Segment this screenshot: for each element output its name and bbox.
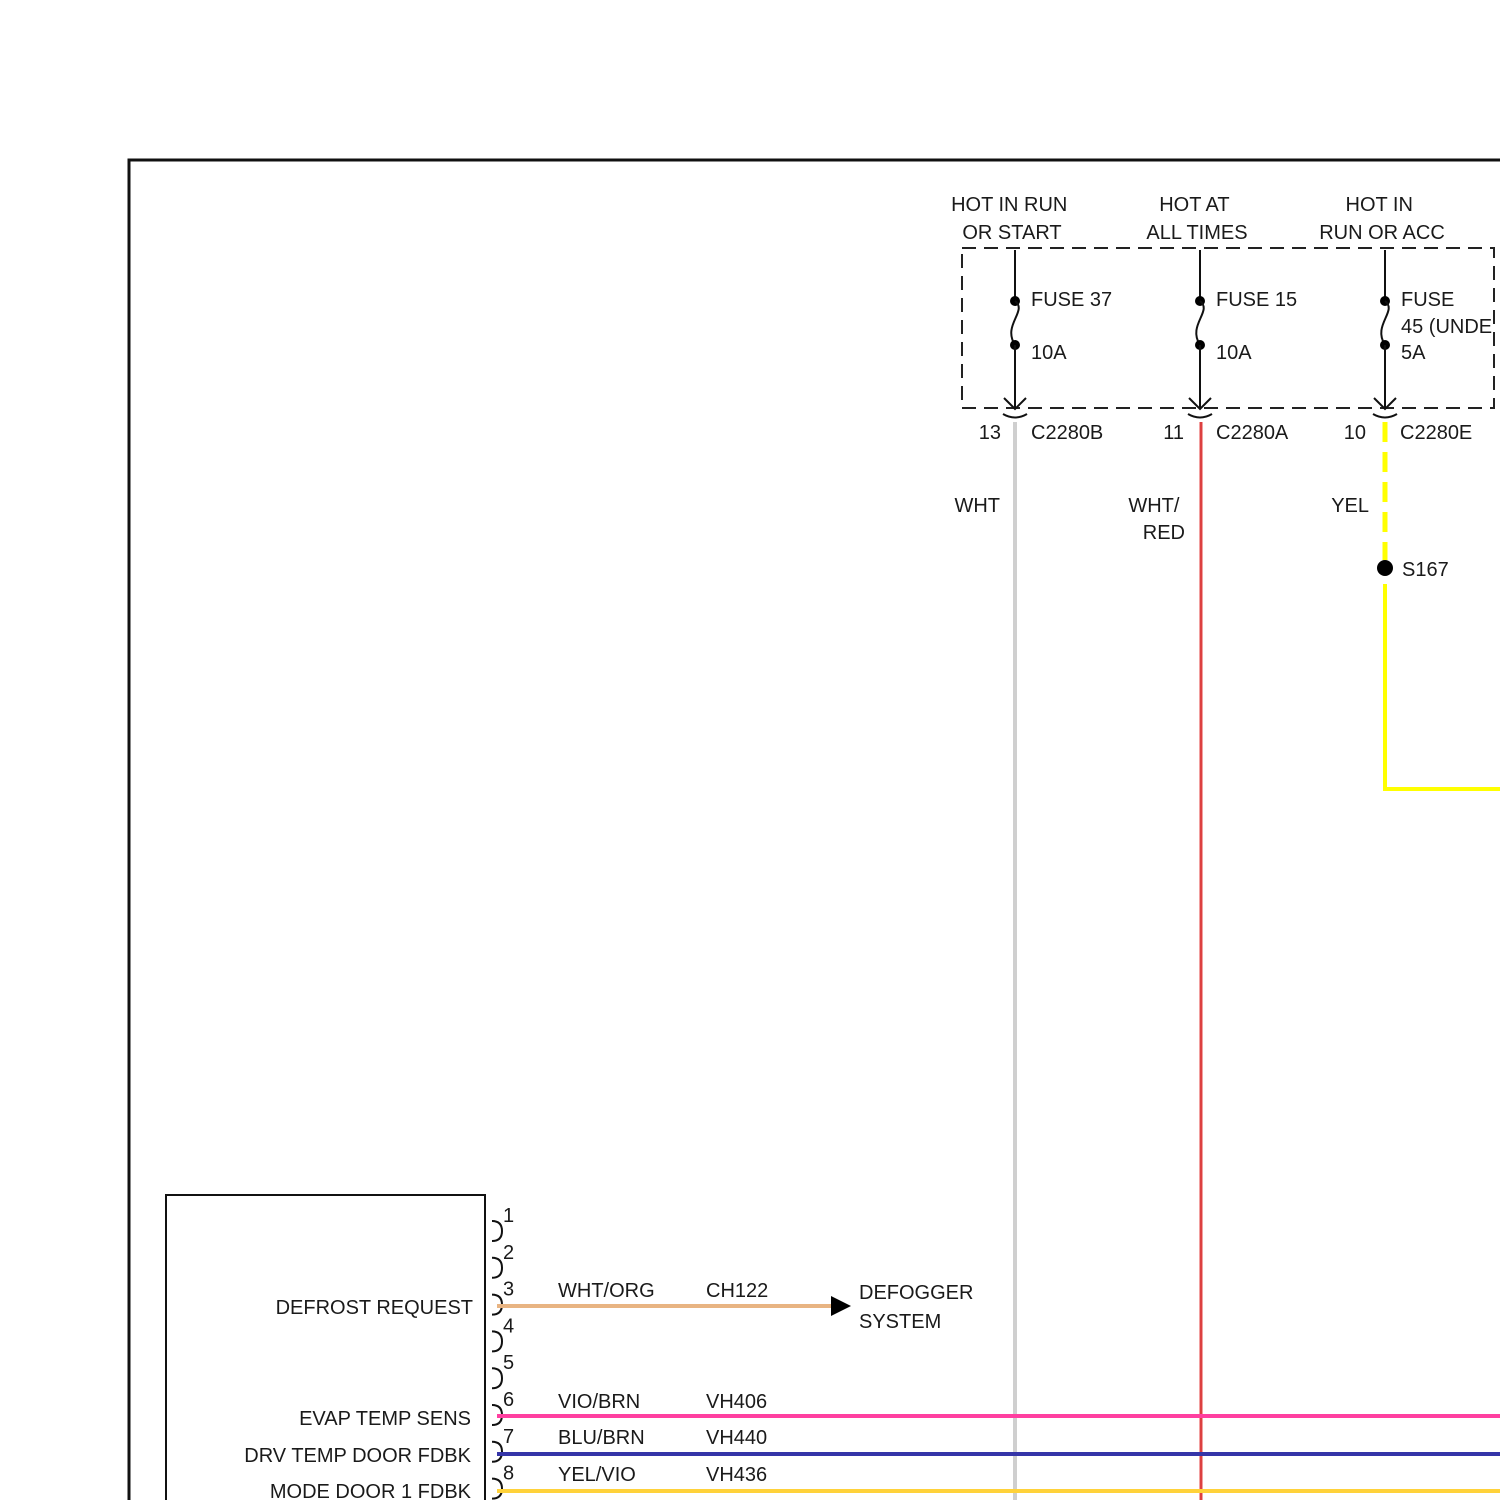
fuse-15-pin: 11 bbox=[1163, 422, 1184, 444]
yel-wire-label: YEL bbox=[1331, 495, 1369, 517]
module-pin-4-number: 4 bbox=[503, 1315, 514, 1337]
fuse-15-rating: 10A bbox=[1216, 342, 1252, 364]
fuse-15-name: FUSE 15 bbox=[1216, 289, 1297, 311]
fuse-37-element bbox=[1010, 300, 1020, 346]
defrost-request-label: DEFROST REQUEST bbox=[276, 1297, 473, 1319]
fuse-15-supply-label: HOT AT ALL TIMES bbox=[1146, 194, 1247, 244]
fuse-45-name: FUSE 45 (UNDE bbox=[1401, 289, 1492, 338]
blu-brn-wire-label: BLU/BRN bbox=[558, 1427, 645, 1449]
fuse-45-group: HOT IN RUN OR ACC FUSE 45 (UNDE 5A 10 C2… bbox=[1319, 194, 1500, 791]
defogger-arrow-icon bbox=[831, 1296, 851, 1316]
drv-temp-door-fdbk-label: DRV TEMP DOOR FDBK bbox=[244, 1445, 471, 1467]
splice-s167-label: S167 bbox=[1402, 559, 1449, 581]
fuse-45-rating: 5A bbox=[1401, 342, 1426, 364]
fuse-37-pin: 13 bbox=[979, 422, 1001, 444]
fuse-45-pin: 10 bbox=[1344, 422, 1366, 444]
fuse-45-element bbox=[1380, 300, 1390, 346]
ch122-circuit-label: CH122 bbox=[706, 1280, 768, 1302]
vh406-circuit-label: VH406 bbox=[706, 1391, 767, 1413]
module-pin-2-number: 2 bbox=[503, 1242, 514, 1264]
defogger-system-label: DEFOGGER SYSTEM bbox=[859, 1282, 979, 1333]
module-pin-6-number: 6 bbox=[503, 1389, 514, 1411]
module-pin-1-symbol bbox=[491, 1220, 504, 1242]
module-pin-3-number: 3 bbox=[503, 1279, 514, 1301]
module-pin-2-symbol bbox=[491, 1256, 504, 1279]
evap-temp-sens-label: EVAP TEMP SENS bbox=[299, 1408, 471, 1430]
fuse-15-element bbox=[1195, 300, 1205, 346]
module-pin-7-number: 7 bbox=[503, 1426, 514, 1448]
wiring-diagram: HOT IN RUN OR START FUSE 37 10A 13 C2280… bbox=[127, 158, 1500, 1500]
fuse-37-name: FUSE 37 bbox=[1031, 289, 1112, 311]
module-pin-5-number: 5 bbox=[503, 1352, 514, 1374]
splice-s167 bbox=[1377, 560, 1393, 576]
wht-red-wire-label: WHT/ RED bbox=[1128, 495, 1185, 544]
module-pin-8-symbol bbox=[491, 1477, 504, 1500]
wht-org-wire-label: WHT/ORG bbox=[558, 1280, 655, 1302]
module-pin-8-number: 8 bbox=[503, 1463, 514, 1485]
fuse-15-connector: C2280A bbox=[1216, 422, 1289, 444]
fuse-45-connector-symbol bbox=[1372, 413, 1398, 419]
fuse-37-supply-label: HOT IN RUN OR START bbox=[951, 194, 1073, 244]
fuse-45-supply-label: HOT IN RUN OR ACC bbox=[1319, 194, 1445, 244]
module-pin-5-symbol bbox=[491, 1367, 504, 1390]
yel-vio-wire-label: YEL/VIO bbox=[558, 1464, 636, 1486]
fuse-37-connector-symbol bbox=[1002, 413, 1028, 419]
wht-wire-label: WHT bbox=[954, 495, 1000, 517]
fuse-37-connector: C2280B bbox=[1031, 422, 1103, 444]
module-pin-7-symbol bbox=[491, 1440, 504, 1463]
vh440-circuit-label: VH440 bbox=[706, 1427, 767, 1449]
circuit-vh406: EVAP TEMP SENS VIO/BRN VH406 bbox=[299, 1391, 1500, 1430]
vh436-circuit-label: VH436 bbox=[706, 1464, 767, 1486]
module-pin-1-number: 1 bbox=[503, 1205, 514, 1227]
fuse-45-connector: C2280E bbox=[1400, 422, 1472, 444]
module-pin-4-symbol bbox=[491, 1330, 504, 1353]
fuse-15-group: HOT AT ALL TIMES FUSE 15 10A 11 C2280A W… bbox=[1128, 194, 1297, 1500]
vio-brn-wire-label: VIO/BRN bbox=[558, 1391, 640, 1413]
circuit-vh440: DRV TEMP DOOR FDBK BLU/BRN VH440 bbox=[244, 1427, 1500, 1467]
fuse-37-group: HOT IN RUN OR START FUSE 37 10A 13 C2280… bbox=[951, 194, 1112, 1500]
fuse-37-rating: 10A bbox=[1031, 342, 1067, 364]
fuse-15-connector-symbol bbox=[1187, 413, 1213, 419]
mode-door-1-fdbk-label: MODE DOOR 1 FDBK bbox=[270, 1481, 472, 1500]
circuit-vh436: MODE DOOR 1 FDBK YEL/VIO VH436 bbox=[270, 1464, 1500, 1500]
circuit-ch122: DEFROST REQUEST WHT/ORG CH122 DEFOGGER S… bbox=[276, 1280, 979, 1333]
